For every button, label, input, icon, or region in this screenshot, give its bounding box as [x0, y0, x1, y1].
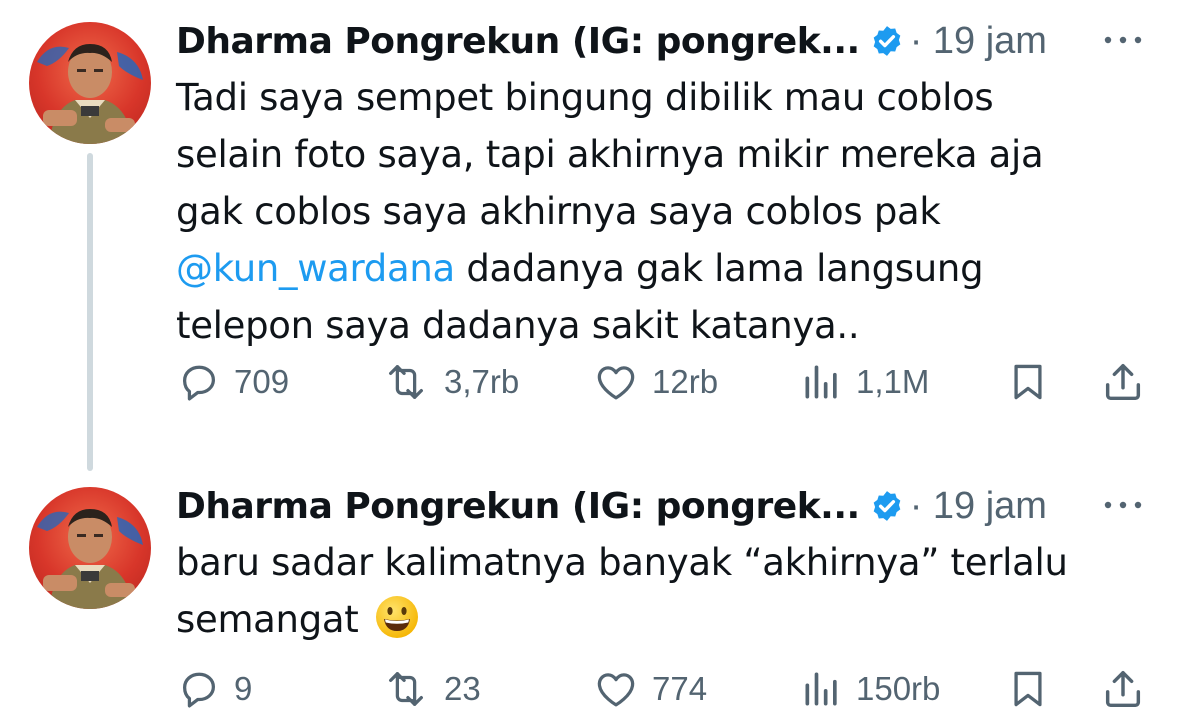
tweet-text-line: baru sadar kalimatnya banyak “akhirnya” … — [176, 541, 1068, 584]
like-count: 12rb — [652, 363, 719, 400]
bookmark-button[interactable] — [1006, 664, 1050, 714]
tweet-text-line: @kun_wardana dadanya gak lama langsung — [176, 240, 1156, 297]
bookmark-icon — [1014, 671, 1042, 707]
reply-button[interactable]: 709 — [176, 357, 289, 407]
verified-badge-icon — [873, 26, 901, 56]
tweet-text-line: telepon saya dadanya sakit katanya.. — [176, 304, 860, 347]
tweet-header: Dharma Pongrekun (IG: pongrek... · 19 ja… — [176, 481, 1159, 531]
heart-icon — [597, 673, 635, 707]
action-bar: 709 3,7rb 12rb 1,1M — [176, 357, 1156, 407]
views-button[interactable]: 1,1M — [800, 357, 929, 407]
views-button[interactable]: 150rb — [800, 664, 940, 714]
reply-icon — [182, 672, 216, 708]
tweet-text-line: Tadi saya sempet bingung dibilik mau cob… — [176, 76, 994, 119]
views-count: 150rb — [856, 670, 941, 707]
share-button[interactable] — [1100, 357, 1146, 407]
heart-icon — [597, 366, 635, 400]
share-icon — [1105, 363, 1141, 401]
action-bar: 9 23 774 150rb — [176, 664, 1156, 714]
bookmark-button[interactable] — [1006, 357, 1050, 407]
reply-button[interactable]: 9 — [176, 664, 252, 714]
grinning-face-emoji — [375, 596, 418, 638]
like-button[interactable]: 12rb — [592, 357, 718, 407]
repost-button[interactable]: 23 — [380, 664, 481, 714]
tweet[interactable]: Dharma Pongrekun (IG: pongrek... · 19 ja… — [0, 470, 1179, 720]
avatar[interactable] — [29, 22, 151, 144]
more-dots-icon[interactable] — [1101, 30, 1145, 50]
avatar[interactable] — [29, 487, 151, 609]
author-name[interactable]: Dharma Pongrekun (IG: pongrek... — [176, 21, 860, 62]
tweet-text-line: selain foto saya, tapi akhirnya mikir me… — [176, 133, 1044, 176]
repost-count: 3,7rb — [444, 363, 520, 400]
views-chart-icon — [805, 365, 837, 399]
more-dots-icon[interactable] — [1101, 495, 1145, 515]
verified-badge-icon — [873, 491, 901, 521]
tweet[interactable]: Dharma Pongrekun (IG: pongrek... · 19 ja… — [0, 0, 1179, 470]
tweet-header: Dharma Pongrekun (IG: pongrek... · 19 ja… — [176, 16, 1159, 66]
tweet-text-fragment: dadanya gak lama langsung — [454, 247, 984, 290]
reply-icon — [182, 365, 216, 401]
tweet-text-line: semangat — [176, 591, 1156, 648]
bookmark-icon — [1014, 364, 1042, 400]
repost-count: 23 — [444, 670, 481, 707]
repost-icon — [389, 365, 423, 399]
reply-count: 709 — [234, 363, 290, 400]
like-count: 774 — [652, 670, 708, 707]
views-chart-icon — [805, 672, 837, 706]
tweet-text: Tadi saya sempet bingung dibilik mau cob… — [176, 69, 1156, 354]
repost-button[interactable]: 3,7rb — [380, 357, 519, 407]
tweet-timestamp[interactable]: · 19 jam — [910, 20, 1047, 63]
author-name[interactable]: Dharma Pongrekun (IG: pongrek... — [176, 486, 860, 527]
share-icon — [1105, 670, 1141, 708]
tweet-timestamp[interactable]: · 19 jam — [910, 485, 1047, 528]
tweet-text-fragment: semangat — [176, 598, 359, 641]
like-button[interactable]: 774 — [592, 664, 707, 714]
mention-link[interactable]: @kun_wardana — [176, 247, 455, 290]
repost-icon — [389, 672, 423, 706]
tweet-text-line: gak coblos saya akhirnya saya coblos pak — [176, 190, 941, 233]
views-count: 1,1M — [856, 363, 930, 400]
reply-count: 9 — [234, 670, 253, 707]
share-button[interactable] — [1100, 664, 1146, 714]
tweet-text: baru sadar kalimatnya banyak “akhirnya” … — [176, 534, 1156, 648]
